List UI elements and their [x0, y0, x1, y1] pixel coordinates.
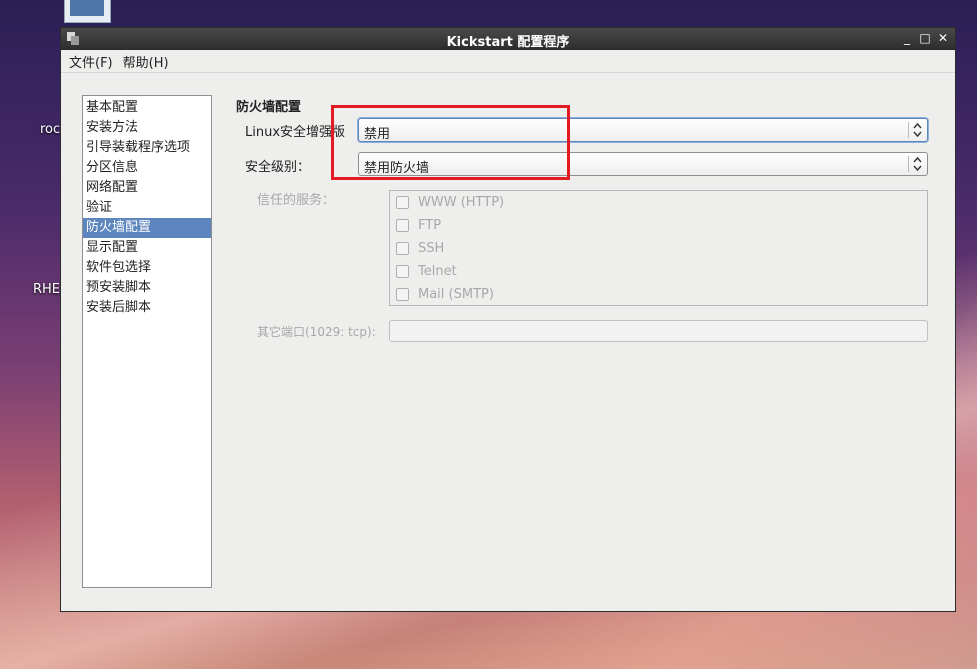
desktop-label-1[interactable]: roc: [40, 122, 60, 137]
updown-arrows-icon: [913, 156, 922, 172]
desktop-computer-icon[interactable]: [64, 0, 111, 23]
security-level-value: 禁用防火墙: [364, 161, 430, 176]
combo-separator: [908, 122, 909, 138]
security-level-label: 安全级别：: [245, 160, 311, 175]
service-ftp-label: FTP: [418, 217, 442, 233]
checkbox-icon: [396, 264, 409, 278]
checkbox-icon: [396, 287, 409, 301]
nav-item-authentication[interactable]: 验证: [83, 198, 211, 218]
other-ports-label: 其它端口(1029: tcp):: [257, 325, 376, 339]
selinux-value: 禁用: [364, 127, 391, 142]
close-button[interactable]: ✕: [935, 30, 951, 46]
menu-file[interactable]: 文件(F): [69, 52, 113, 71]
window-title: Kickstart 配置程序: [446, 35, 570, 50]
menu-help[interactable]: 帮助(H): [123, 52, 169, 71]
service-mail-checkbox[interactable]: Mail (SMTP): [396, 285, 494, 303]
service-telnet-checkbox[interactable]: Telnet: [396, 262, 457, 280]
section-title: 防火墙配置: [236, 100, 302, 115]
service-ssh-label: SSH: [418, 240, 445, 256]
service-www-label: WWW (HTTP): [418, 194, 505, 210]
selinux-label: Linux安全增强版: [245, 125, 346, 140]
checkbox-icon: [396, 241, 409, 255]
trusted-services-label: 信任的服务：: [257, 193, 336, 208]
menubar: 文件(F) 帮助(H): [61, 50, 955, 73]
trusted-services-box: WWW (HTTP) FTP SSH Telnet Mail (SMTP): [389, 190, 928, 306]
titlebar[interactable]: Kickstart 配置程序 _ □ ✕: [61, 28, 955, 50]
nav-item-partition-info[interactable]: 分区信息: [83, 158, 211, 178]
nav-item-display-config[interactable]: 显示配置: [83, 238, 211, 258]
section-nav-list: 基本配置 安装方法 引导装载程序选项 分区信息 网络配置 验证 防火墙配置 显示…: [82, 95, 212, 588]
kickstart-window: Kickstart 配置程序 _ □ ✕ 文件(F) 帮助(H) 基本配置 安装…: [60, 27, 956, 612]
other-ports-input[interactable]: [389, 320, 928, 342]
maximize-button[interactable]: □: [917, 30, 933, 46]
service-ssh-checkbox[interactable]: SSH: [396, 239, 444, 257]
minimize-button[interactable]: _: [899, 30, 915, 46]
service-mail-label: Mail (SMTP): [418, 286, 494, 302]
selinux-combo[interactable]: 禁用: [358, 118, 928, 142]
service-www-checkbox[interactable]: WWW (HTTP): [396, 193, 504, 211]
combo-separator: [908, 156, 909, 172]
nav-item-basic-config[interactable]: 基本配置: [83, 98, 211, 118]
nav-item-pre-install-script[interactable]: 预安装脚本: [83, 278, 211, 298]
nav-item-post-install-script[interactable]: 安装后脚本: [83, 298, 211, 318]
nav-item-bootloader-options[interactable]: 引导装载程序选项: [83, 138, 211, 158]
nav-item-package-selection[interactable]: 软件包选择: [83, 258, 211, 278]
service-telnet-label: Telnet: [418, 263, 457, 279]
checkbox-icon: [396, 195, 409, 209]
nav-item-firewall-config[interactable]: 防火墙配置: [83, 218, 211, 238]
desktop-label-2[interactable]: RHE: [33, 282, 60, 297]
nav-item-install-method[interactable]: 安装方法: [83, 118, 211, 138]
updown-arrows-icon: [913, 122, 922, 138]
nav-item-network-config[interactable]: 网络配置: [83, 178, 211, 198]
checkbox-icon: [396, 218, 409, 232]
security-level-combo[interactable]: 禁用防火墙: [358, 152, 928, 176]
service-ftp-checkbox[interactable]: FTP: [396, 216, 441, 234]
